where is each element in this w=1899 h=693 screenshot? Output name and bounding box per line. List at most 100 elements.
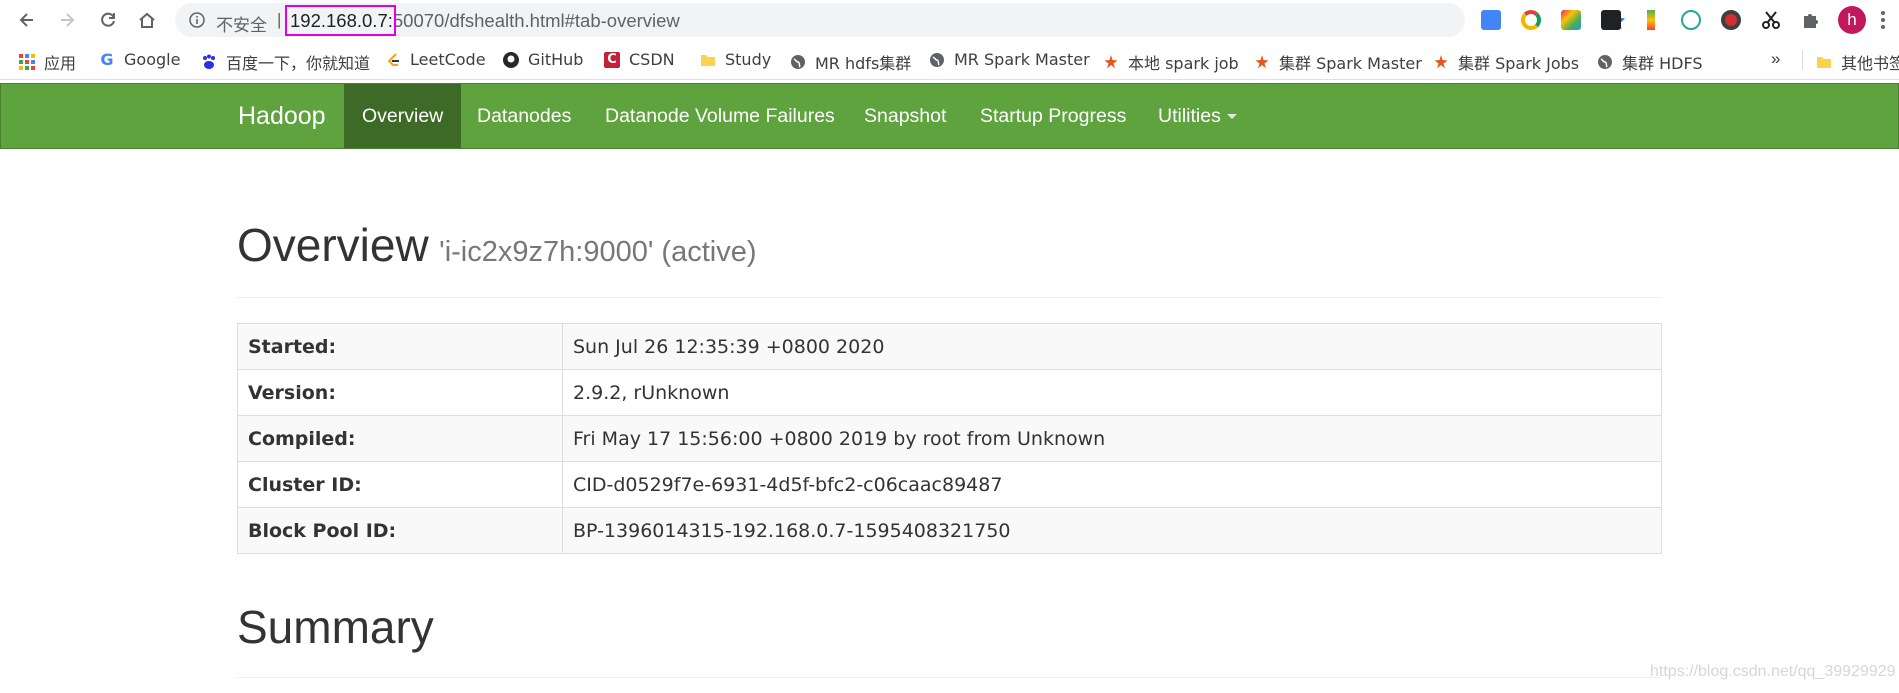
bookmark-mr-hdfs[interactable]: MR hdfs集群 — [790, 50, 911, 74]
arrow-left-icon — [19, 13, 33, 27]
overview-table: Started: Sun Jul 26 12:35:39 +0800 2020 … — [237, 323, 1662, 554]
bookmark-baidu[interactable]: 百度一下，你就知道 — [201, 50, 370, 74]
mask-icon — [1601, 10, 1621, 30]
more-menu-icon[interactable] — [1880, 9, 1886, 31]
row-value: Fri May 17 15:56:00 +0800 2019 by root f… — [562, 415, 1662, 462]
forward-button[interactable] — [53, 6, 81, 34]
bookmark-label: 应用 — [44, 54, 77, 73]
tab-startup-progress[interactable]: Startup Progress — [962, 84, 1144, 148]
spark-icon — [1254, 54, 1270, 70]
folder-icon — [1816, 54, 1832, 70]
bookmark-label: 集群 Spark Jobs — [1458, 54, 1580, 73]
info-icon[interactable] — [189, 12, 205, 28]
google-icon: G — [100, 50, 114, 69]
scissors-icon — [1762, 11, 1780, 29]
t-extension-button[interactable] — [1678, 7, 1704, 33]
palette-icon — [1561, 10, 1581, 30]
bookmark-label: GitHub — [528, 50, 584, 69]
table-row: Version: 2.9.2, rUnknown — [237, 369, 1662, 416]
palette-extension-button[interactable] — [1558, 7, 1584, 33]
puzzle-icon — [1804, 14, 1818, 28]
bookmark-other[interactable]: 其他书签 — [1816, 50, 1899, 74]
back-button[interactable] — [13, 6, 41, 34]
tab-datanodes[interactable]: Datanodes — [459, 84, 589, 148]
bookmark-label: 本地 spark job — [1128, 54, 1239, 73]
bookmark-cluster-spark-jobs[interactable]: 集群 Spark Jobs — [1433, 50, 1579, 74]
bookmark-leetcode[interactable]: LeetCode — [385, 50, 486, 69]
row-label: Version: — [237, 369, 563, 416]
ring-extension-button[interactable] — [1518, 7, 1544, 33]
ring-icon — [1521, 10, 1541, 30]
leetcode-icon — [385, 52, 401, 68]
extensions-button[interactable] — [1798, 7, 1824, 33]
bookmark-label: 集群 Spark Master — [1279, 54, 1422, 73]
baidu-paw-icon — [201, 54, 217, 70]
bookmark-label: Google — [124, 50, 181, 69]
translate-extension-button[interactable] — [1478, 7, 1504, 33]
row-value: Sun Jul 26 12:35:39 +0800 2020 — [562, 323, 1662, 370]
table-row: Compiled: Fri May 17 15:56:00 +0800 2019… — [237, 415, 1662, 462]
browser-toolbar: 不安全 | 192.168.0.7:50070/dfshealth.html#t… — [0, 0, 1899, 40]
download-arrow-icon — [1647, 10, 1655, 30]
url-annotation-box — [285, 5, 396, 36]
scissors-extension-button[interactable] — [1758, 7, 1784, 33]
globe-icon — [1597, 54, 1613, 70]
bookmarks-overflow-button[interactable]: » — [1771, 49, 1780, 69]
bookmark-study[interactable]: Study — [700, 50, 771, 69]
row-value: BP-1396014315-192.168.0.7-1595408321750 — [562, 507, 1662, 554]
mask-extension-button[interactable] — [1598, 7, 1624, 33]
bookmark-label: 集群 HDFS — [1622, 54, 1703, 73]
summary-title: Summary — [237, 601, 434, 653]
bookmark-label: MR hdfs集群 — [815, 54, 912, 73]
overview-header: Overview 'i-ic2x9z7h:9000' (active) — [237, 218, 1662, 298]
bookmark-cluster-hdfs[interactable]: 集群 HDFS — [1597, 50, 1703, 74]
table-row: Started: Sun Jul 26 12:35:39 +0800 2020 — [237, 323, 1662, 370]
apps-grid-icon — [19, 54, 35, 70]
bookmark-label: 百度一下，你就知道 — [226, 54, 371, 73]
tab-overview[interactable]: Overview — [344, 84, 462, 148]
row-label: Started: — [237, 323, 563, 370]
bookmark-label: LeetCode — [410, 50, 486, 69]
bookmark-label: CSDN — [629, 50, 675, 69]
bookmark-apps[interactable]: 应用 — [19, 50, 76, 74]
spark-icon — [1433, 54, 1449, 70]
home-button[interactable] — [133, 6, 161, 34]
row-label: Cluster ID: — [237, 461, 563, 508]
record-extension-button[interactable] — [1718, 7, 1744, 33]
globe-icon — [790, 54, 806, 70]
bookmark-csdn[interactable]: C CSDN — [604, 50, 675, 69]
hadoop-navbar: Hadoop Overview Datanodes Datanode Volum… — [0, 83, 1899, 149]
hadoop-brand[interactable]: Hadoop — [238, 102, 326, 131]
page-title: Overview — [237, 219, 429, 271]
home-icon — [139, 12, 155, 28]
bookmark-cluster-spark-master[interactable]: 集群 Spark Master — [1254, 50, 1422, 74]
bookmark-github[interactable]: GitHub — [503, 50, 583, 69]
tab-snapshot[interactable]: Snapshot — [846, 84, 964, 148]
reload-icon — [101, 12, 115, 27]
caret-down-icon — [1226, 114, 1237, 120]
address-separator: | — [277, 10, 282, 29]
bookmark-label: Study — [725, 50, 772, 69]
arrow-right-icon — [61, 13, 75, 27]
translate-icon — [1481, 10, 1501, 30]
profile-avatar[interactable]: h — [1838, 6, 1866, 34]
row-value: CID-d0529f7e-6931-4d5f-bfc2-c06caac89487 — [562, 461, 1662, 508]
bookmark-google[interactable]: G Google — [99, 50, 180, 69]
watermark: https://blog.csdn.net/qq_39929929 — [1650, 663, 1896, 680]
bookmark-mr-spark-master[interactable]: MR Spark Master — [929, 50, 1090, 69]
github-icon — [503, 51, 519, 68]
tab-utilities[interactable]: Utilities — [1140, 84, 1255, 148]
download-extension-button[interactable] — [1638, 7, 1664, 33]
t-circle-icon — [1681, 10, 1701, 30]
bookmark-local-spark-job[interactable]: 本地 spark job — [1103, 50, 1239, 74]
security-label[interactable]: 不安全 — [216, 11, 267, 36]
row-label: Block Pool ID: — [237, 507, 563, 554]
reload-button[interactable] — [94, 6, 122, 34]
spark-icon — [1103, 54, 1119, 70]
csdn-icon: C — [604, 51, 620, 68]
bookmark-label: 其他书签 — [1841, 54, 1899, 73]
record-icon — [1721, 10, 1741, 30]
row-label: Compiled: — [237, 415, 563, 462]
url-path: 50070/dfshealth.html#tab-overview — [392, 10, 680, 31]
tab-datanode-volume-failures[interactable]: Datanode Volume Failures — [587, 84, 853, 148]
